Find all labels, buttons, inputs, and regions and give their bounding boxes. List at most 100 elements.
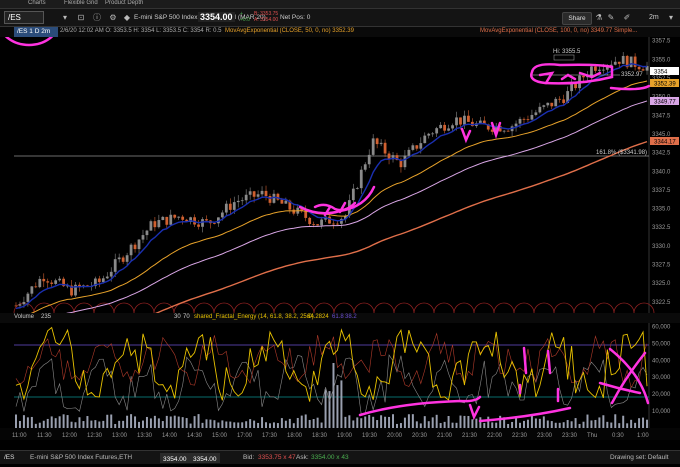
chart-period-label[interactable]: /ES 1 D 2m	[14, 27, 58, 37]
candle-body	[554, 98, 558, 107]
fractal-energy-label[interactable]: shared_Fractal_Energy (14, 61.8, 38.2, 2…	[194, 314, 314, 320]
candle-body	[42, 278, 46, 282]
level-badge-text: 3344.17	[654, 140, 676, 146]
price-axis: 3357.53355.03352.53350.03347.53345.03342…	[652, 39, 671, 306]
ema50-study-label[interactable]: MovAvgExponential (CLOSE, 50, 0, no) 335…	[225, 28, 354, 34]
candle-body	[415, 145, 419, 149]
price-tick-label: 3357.5	[652, 39, 671, 45]
candle-body	[526, 119, 530, 121]
drawing-set-label[interactable]: Drawing set: Default	[610, 451, 669, 465]
candle-body	[109, 271, 113, 277]
time-tick-label: 17:30	[262, 433, 278, 439]
candle-body	[403, 155, 407, 168]
price-level-text: 3352.97	[621, 72, 643, 78]
candle-body	[379, 142, 383, 145]
beaker-icon[interactable]: ⚗	[594, 13, 604, 23]
candle-body	[383, 142, 387, 154]
bid-value[interactable]: 3353.75 x 47	[258, 451, 296, 465]
indicator-tick-label: 10,000	[652, 409, 671, 415]
candle-body	[613, 61, 617, 65]
candle-body	[375, 138, 379, 145]
candle-body	[542, 105, 546, 107]
tab-strip: Charts Flexible Grid Product Depth	[0, 0, 680, 9]
net-change: + +0.0	[240, 11, 250, 23]
price-tick-label: 3330.0	[652, 244, 671, 250]
ohlc-readout: 2/6/20 12:02 AM O: 3353.5 H: 3354 L: 335…	[60, 28, 222, 34]
tab-product-depth[interactable]: Product Depth	[105, 0, 143, 6]
share-button[interactable]: Share	[562, 12, 592, 25]
price-chart[interactable]: 3357.53355.03352.53350.03347.53345.03342…	[0, 37, 680, 313]
candle-body	[582, 75, 585, 78]
candle-body	[443, 124, 446, 131]
indicator-tick-label: 30,000	[652, 375, 671, 381]
candle-body	[252, 191, 256, 197]
info-icon[interactable]: ⓘ	[92, 13, 102, 23]
net-position: Net Pos: 0	[280, 14, 311, 21]
candle-body	[30, 286, 34, 294]
status-symbol[interactable]: /ES	[4, 451, 14, 465]
candle-body	[129, 244, 133, 256]
ask-value[interactable]: 3354.00 x 43	[311, 451, 349, 465]
candle-body	[161, 216, 165, 221]
candle-body	[514, 123, 518, 127]
pencil-icon[interactable]: ✐	[622, 13, 632, 23]
candle-body	[502, 130, 506, 132]
candle-body	[598, 69, 601, 71]
status-last-price[interactable]: 3354.00	[160, 453, 190, 463]
time-tick-label: 19:00	[337, 433, 353, 439]
symbol-input[interactable]: /ES	[4, 11, 44, 24]
indicator-tick-label: 20,000	[652, 392, 671, 398]
candle-body	[26, 293, 30, 302]
indicator-chart[interactable]: 60,000 50,000 40,000 30,000 20,000 10,000	[0, 323, 680, 428]
candle-body	[308, 217, 312, 225]
volume-value: 235	[41, 314, 52, 320]
gear-icon[interactable]: ⚙	[108, 13, 118, 23]
bid-label: Bid:	[243, 454, 255, 461]
candle-body	[641, 69, 645, 71]
candle-body	[213, 223, 216, 224]
candle-body	[617, 61, 621, 64]
status-last-price-2[interactable]: 3354.00	[190, 453, 220, 463]
chevron-down-icon[interactable]: ▾	[60, 13, 70, 23]
candle-body	[169, 214, 173, 225]
candle-body	[292, 209, 296, 214]
fe-param-right: 70	[183, 314, 190, 320]
candle-body	[574, 83, 577, 89]
candle-body	[355, 188, 359, 189]
candle-body	[411, 145, 415, 150]
tab-charts[interactable]: Charts	[28, 0, 46, 6]
settings-chevron-icon[interactable]: ▾	[666, 13, 676, 23]
candle-body	[220, 212, 224, 218]
candle-body	[232, 202, 236, 210]
status-description: E-mini S&P 500 Index Futures,ETH	[30, 454, 133, 461]
price-tick-label: 3332.5	[652, 225, 671, 231]
time-tick-label: 14:00	[162, 433, 178, 439]
price-tick-label: 3347.5	[652, 113, 671, 119]
candle-body	[455, 117, 458, 126]
candle-body	[312, 224, 316, 225]
aggregation-selector[interactable]: 2m	[649, 14, 659, 21]
price-tick-label: 3342.5	[652, 151, 671, 157]
time-axis-svg: 11:00 11:30 12:00 12:30 13:00 13:30 14:00 14:30…	[12, 433, 649, 439]
candle-body	[459, 117, 462, 125]
candle-body	[50, 282, 54, 284]
last-price-badge-text: 3354	[654, 70, 668, 76]
price-tick-label: 3337.5	[652, 188, 671, 194]
lock-icon[interactable]: ⊡	[76, 13, 86, 23]
ema100-badge-text: 3349.77	[654, 100, 676, 106]
candle-body	[367, 154, 371, 165]
drawing-icon[interactable]: ✎	[606, 13, 616, 23]
candle-body	[419, 143, 423, 149]
candle-body	[522, 118, 526, 120]
indicator-tick-label: 40,000	[652, 358, 671, 364]
ema100-study-label[interactable]: MovAvgExponential (CLOSE, 100, 0, no) 33…	[480, 28, 637, 34]
tab-flexible-grid[interactable]: Flexible Grid	[64, 0, 98, 6]
candle-body	[141, 235, 145, 240]
volume-label[interactable]: Volume	[14, 314, 34, 320]
candle-body	[332, 223, 335, 225]
candle-body	[165, 216, 169, 225]
candle-body	[157, 220, 161, 228]
candle-body	[38, 278, 42, 288]
candle-body	[173, 214, 177, 218]
candle-body	[149, 221, 153, 231]
